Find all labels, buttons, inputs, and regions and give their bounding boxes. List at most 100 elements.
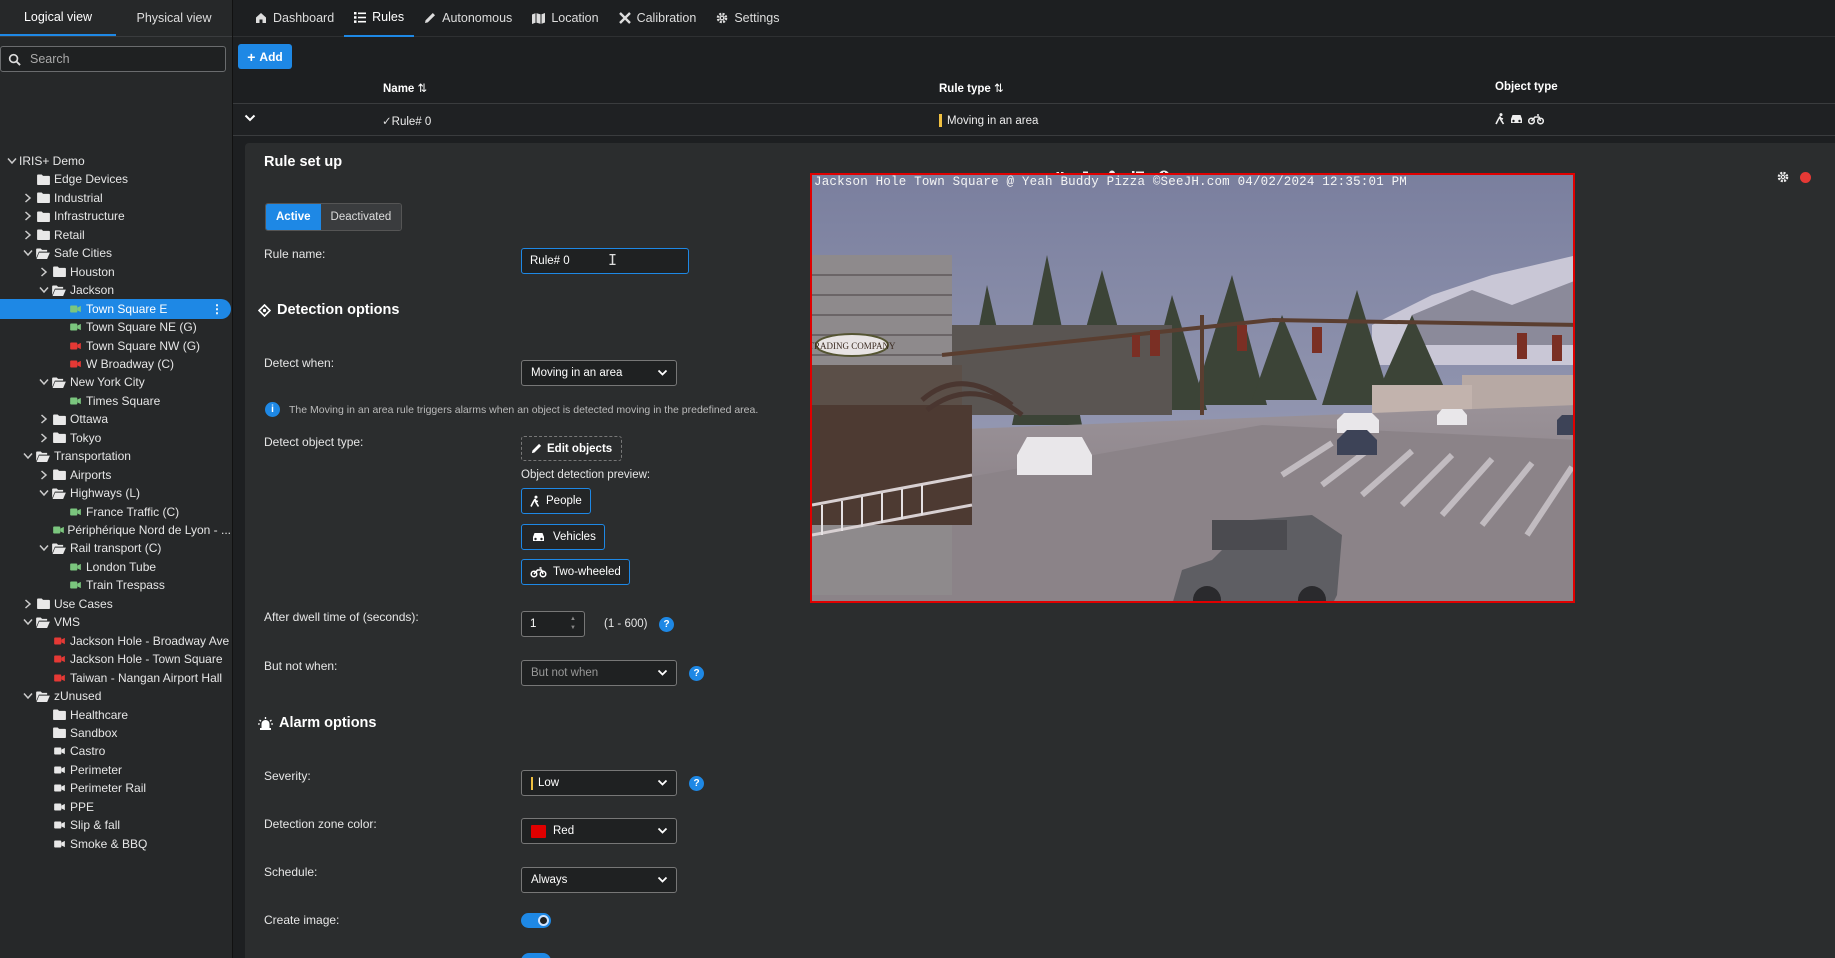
people-chip[interactable]: People xyxy=(521,488,591,514)
chevron-down-icon[interactable] xyxy=(21,692,35,700)
folder-open-icon xyxy=(51,543,67,554)
tab-physical-view[interactable]: Physical view xyxy=(116,0,232,36)
gear-icon[interactable] xyxy=(1777,171,1789,183)
tree-item[interactable]: Castro xyxy=(0,741,231,761)
tree-item[interactable]: Ottawa xyxy=(0,409,231,429)
chevron-right-icon[interactable] xyxy=(21,599,35,609)
record-icon[interactable] xyxy=(1800,172,1811,183)
tab-logical-view[interactable]: Logical view xyxy=(0,0,116,36)
street-scene-image: TRADING COMPANY xyxy=(812,175,1573,601)
tree-item[interactable]: Safe Cities xyxy=(0,243,231,263)
camera-video-feed[interactable]: TRADING COMPANY Jackson Hole Town Square… xyxy=(810,173,1575,603)
rule-name-input[interactable] xyxy=(521,248,689,274)
tree-item[interactable]: Houston xyxy=(0,262,231,282)
next-toggle-partial[interactable] xyxy=(521,953,551,958)
tree-item[interactable]: Sandbox xyxy=(0,723,231,743)
tree-item[interactable]: Town Square NW (G) xyxy=(0,336,231,356)
tab-location[interactable]: Location xyxy=(522,0,608,37)
tree-item[interactable]: VMS xyxy=(0,612,231,632)
chevron-right-icon[interactable] xyxy=(21,193,35,203)
dwell-time-input[interactable]: 1 ▲ ▼ xyxy=(521,611,585,637)
vehicles-chip[interactable]: Vehicles xyxy=(521,524,605,550)
tree-item[interactable]: Taiwan - Nangan Airport Hall xyxy=(0,668,231,688)
tree-item[interactable]: IRIS+ Demo xyxy=(0,151,231,171)
tree-item[interactable]: Jackson Hole - Town Square xyxy=(0,649,231,669)
top-nav: Dashboard Rules Autonomous Location Cali… xyxy=(233,0,1835,37)
tree-item[interactable]: Town Square NE (G) xyxy=(0,317,231,337)
tab-settings[interactable]: Settings xyxy=(706,0,789,37)
detect-when-dropdown[interactable]: Moving in an area xyxy=(521,360,677,386)
chevron-down-icon[interactable] xyxy=(37,489,51,497)
search-box[interactable] xyxy=(0,46,226,72)
table-row[interactable]: ✓Rule# 0 Moving in an area xyxy=(233,103,1835,136)
zone-color-dropdown[interactable]: Red xyxy=(521,818,677,844)
chevron-right-icon[interactable] xyxy=(37,267,51,277)
but-not-when-dropdown[interactable]: But not when xyxy=(521,660,677,686)
chevron-down-icon[interactable] xyxy=(21,618,35,626)
chevron-down-icon[interactable] xyxy=(5,157,19,165)
tree-item[interactable]: Perimeter Rail xyxy=(0,778,231,798)
tab-dashboard[interactable]: Dashboard xyxy=(245,0,344,37)
chevron-right-icon[interactable] xyxy=(21,230,35,240)
tree-item[interactable]: New York City xyxy=(0,372,231,392)
tree-item[interactable]: Highways (L) xyxy=(0,483,231,503)
person-walking-icon xyxy=(530,495,540,507)
tree-item[interactable]: Jackson xyxy=(0,280,231,300)
zone-color-value: Red xyxy=(553,825,575,837)
chevron-right-icon[interactable] xyxy=(37,414,51,424)
tree-item[interactable]: Rail transport (C) xyxy=(0,538,231,558)
chevron-right-icon[interactable] xyxy=(37,470,51,480)
state-active-button[interactable]: Active xyxy=(266,204,321,230)
search-input[interactable] xyxy=(30,52,210,66)
tree-item[interactable]: zUnused xyxy=(0,686,231,706)
state-deactivated-button[interactable]: Deactivated xyxy=(320,204,402,230)
chevron-down-icon[interactable] xyxy=(21,249,35,257)
tree-item[interactable]: Périphérique Nord de Lyon - ... xyxy=(0,520,231,540)
collapse-chevron-icon[interactable] xyxy=(244,113,256,126)
tree-item[interactable]: Use Cases xyxy=(0,594,231,614)
chevron-down-icon[interactable] xyxy=(37,378,51,386)
help-icon[interactable]: ? xyxy=(659,617,674,632)
tree-item[interactable]: Transportation xyxy=(0,446,231,466)
tree-item[interactable]: Healthcare xyxy=(0,705,231,725)
tree-item[interactable]: Smoke & BBQ xyxy=(0,834,231,854)
tree-item[interactable]: London Tube xyxy=(0,557,231,577)
tree-item[interactable]: Times Square xyxy=(0,391,231,411)
edit-objects-button[interactable]: Edit objects xyxy=(521,436,623,461)
add-rule-button[interactable]: + Add xyxy=(238,44,292,69)
folder-open-icon xyxy=(51,488,67,499)
severity-dropdown[interactable]: Low xyxy=(521,770,677,796)
tab-rules[interactable]: Rules xyxy=(344,0,415,37)
tree-item[interactable]: Retail xyxy=(0,225,231,245)
schedule-dropdown[interactable]: Always xyxy=(521,867,677,893)
stepper-arrows-icon[interactable]: ▲ ▼ xyxy=(570,615,576,633)
chevron-down-icon[interactable] xyxy=(37,544,51,552)
two-wheeled-chip[interactable]: Two-wheeled xyxy=(521,559,630,585)
tree-item[interactable]: Infrastructure xyxy=(0,206,231,226)
tree-item-label: PPE xyxy=(70,799,95,814)
tree-item[interactable]: Perimeter xyxy=(0,760,231,780)
tree-item[interactable]: Slip & fall xyxy=(0,815,231,835)
column-name[interactable]: Name ⇅ xyxy=(383,81,427,95)
create-image-toggle[interactable] xyxy=(521,913,551,928)
tree-item[interactable]: Industrial xyxy=(0,188,231,208)
tree-item[interactable]: Jackson Hole - Broadway Ave xyxy=(0,631,231,651)
help-icon[interactable]: ? xyxy=(689,666,704,681)
tree-item[interactable]: Tokyo xyxy=(0,428,231,448)
more-options-icon[interactable]: ⋮ xyxy=(211,302,223,316)
chevron-down-icon[interactable] xyxy=(21,452,35,460)
tree-item[interactable]: W Broadway (C) xyxy=(0,354,231,374)
column-rule-type[interactable]: Rule type ⇅ xyxy=(939,81,1004,95)
tree-item[interactable]: France Traffic (C) xyxy=(0,502,231,522)
chevron-down-icon[interactable] xyxy=(37,286,51,294)
help-icon[interactable]: ? xyxy=(689,776,704,791)
chevron-right-icon[interactable] xyxy=(21,211,35,221)
chevron-right-icon[interactable] xyxy=(37,433,51,443)
tree-item[interactable]: Edge Devices xyxy=(0,169,231,189)
tree-item[interactable]: Town Square E ⋮ xyxy=(0,298,231,319)
tab-calibration[interactable]: Calibration xyxy=(609,0,707,37)
tree-item[interactable]: Train Trespass xyxy=(0,575,231,595)
tree-item[interactable]: PPE xyxy=(0,797,231,817)
tree-item[interactable]: Airports xyxy=(0,465,231,485)
tab-autonomous[interactable]: Autonomous xyxy=(414,0,522,37)
